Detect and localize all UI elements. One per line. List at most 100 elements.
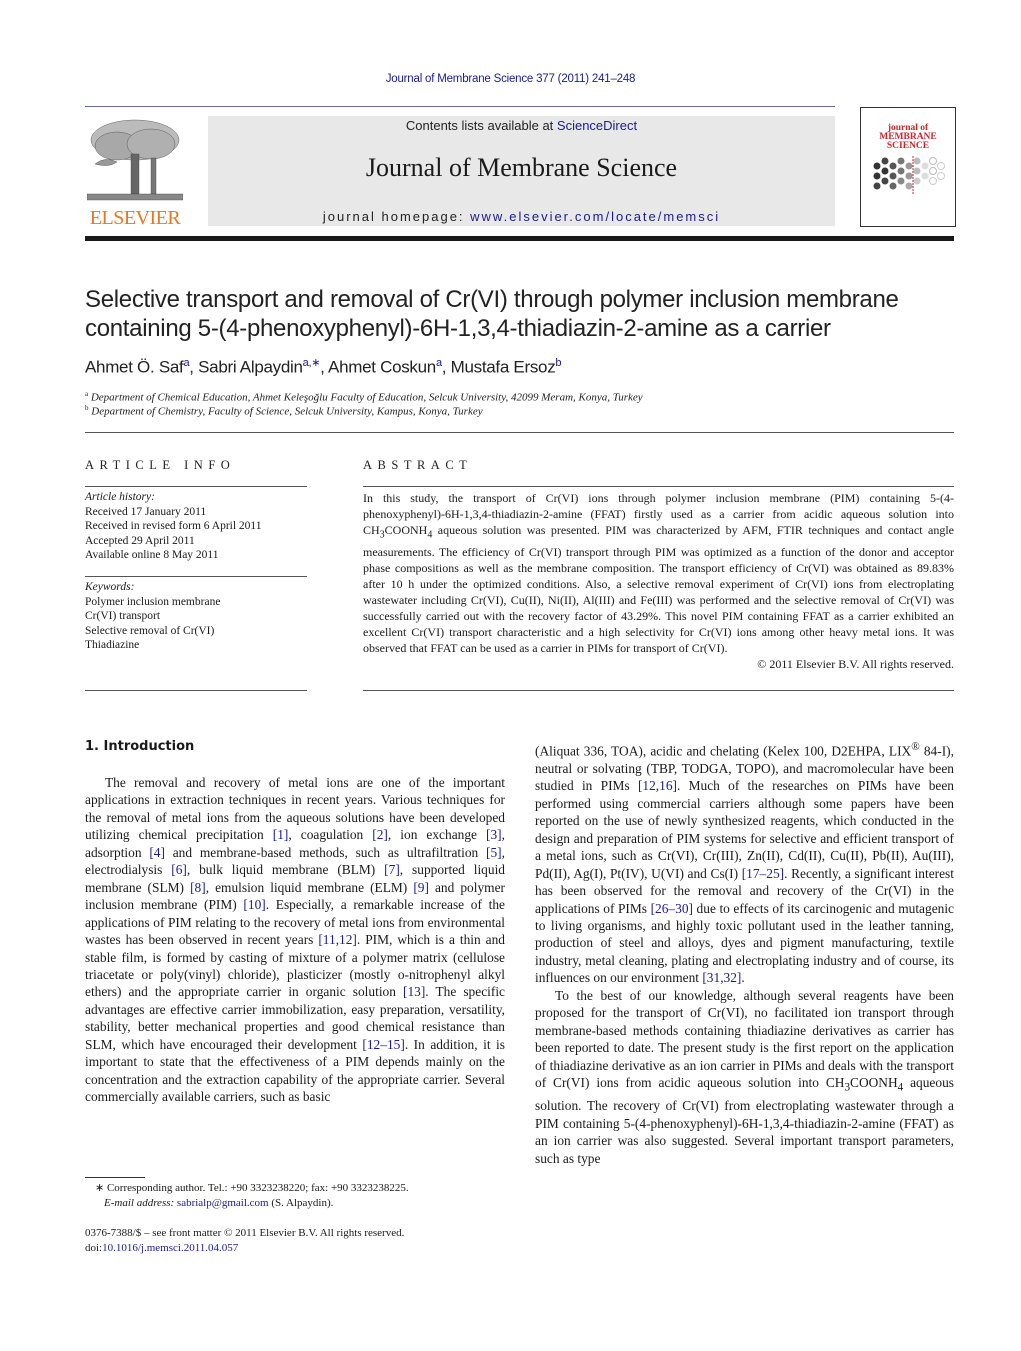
header-rule xyxy=(85,106,835,107)
author-affiliation-marker[interactable]: a xyxy=(183,357,189,369)
homepage-line: journal homepage: www.elsevier.com/locat… xyxy=(208,209,835,224)
journal-title: Journal of Membrane Science xyxy=(365,153,678,182)
history-entry: Accepted 29 April 2011 xyxy=(85,534,195,547)
author-affiliation-marker[interactable]: a,∗ xyxy=(303,357,321,369)
citation-link[interactable]: [3] xyxy=(486,827,502,842)
paragraph-text: , coagulation xyxy=(288,827,373,843)
section-heading-introduction: 1. Introduction xyxy=(85,739,195,754)
issn-line: 0376-7388/$ – see front matter © 2011 El… xyxy=(85,1227,405,1239)
abstract-body: In this study, the transport of Cr(VI) i… xyxy=(363,490,954,672)
doi-prefix: doi: xyxy=(85,1242,103,1254)
elsevier-logo[interactable]: ELSEVIER xyxy=(85,118,185,230)
author-affiliation-marker[interactable]: a xyxy=(436,357,442,369)
footnote-rule xyxy=(85,1177,145,1178)
divider xyxy=(363,486,954,487)
front-matter: 0376-7388/$ – see front matter © 2011 El… xyxy=(85,1226,404,1256)
homepage-link[interactable]: www.elsevier.com/locate/memsci xyxy=(470,209,720,224)
citation-link[interactable]: [4] xyxy=(149,845,165,860)
keyword[interactable]: Cr(VI) transport xyxy=(85,609,220,624)
citation-link[interactable]: [31,32] xyxy=(702,970,741,985)
intro-paragraph: The removal and recovery of metal ions a… xyxy=(85,774,505,1106)
article-title-line: containing 5-(4-phenoxyphenyl)-6H-1,3,4-… xyxy=(85,315,831,342)
paragraph-text: , bulk liquid membrane (BLM) xyxy=(186,862,385,878)
tree-logo-icon xyxy=(87,119,183,201)
paragraph-text: COONH xyxy=(850,1075,898,1091)
right-column: (Aliquat 336, TOA), acidic and chelating… xyxy=(535,739,954,1167)
article-history-label: Article history: xyxy=(85,491,155,503)
footnote-line: E-mail address: sabrialp@gmail.com (S. A… xyxy=(95,1196,409,1211)
doi-link[interactable]: 10.1016/j.memsci.2011.04.057 xyxy=(102,1242,238,1254)
article-title-line: Selective transport and removal of Cr(VI… xyxy=(85,286,899,313)
affiliation: b Department of Chemistry, Faculty of Sc… xyxy=(85,404,483,418)
citation-link[interactable]: [5] xyxy=(486,845,502,860)
divider xyxy=(85,690,307,691)
paragraph-text: , emulsion liquid membrane (ELM) xyxy=(205,879,414,895)
divider xyxy=(85,486,307,487)
keyword[interactable]: Polymer inclusion membrane xyxy=(85,595,220,610)
divider xyxy=(363,690,954,691)
divider xyxy=(85,576,307,577)
affiliation-marker: a xyxy=(85,390,89,398)
citation-link[interactable]: [1] xyxy=(273,827,289,842)
author-name[interactable]: Mustafa Ersoz xyxy=(451,358,556,377)
footnote-text: Corresponding author. Tel.: +90 33232382… xyxy=(104,1182,409,1194)
cover-title-line: SCIENCE xyxy=(886,141,930,151)
left-column: The removal and recovery of metal ions a… xyxy=(85,774,505,1106)
journal-masthead: Contents lists available at ScienceDirec… xyxy=(208,116,835,226)
cover-molecule-graphic xyxy=(873,156,945,194)
article-title: Selective transport and removal of Cr(VI… xyxy=(85,285,965,343)
keyword[interactable]: Thiadiazine xyxy=(85,638,220,653)
abstract-copyright: © 2011 Elsevier B.V. All rights reserved… xyxy=(757,657,954,672)
citation-link[interactable]: [2] xyxy=(372,827,388,842)
corresponding-author-footnote: ∗ Corresponding author. Tel.: +90 332323… xyxy=(95,1181,409,1211)
citation-link[interactable]: [7] xyxy=(384,862,400,877)
journal-reference[interactable]: Journal of Membrane Science 377 (2011) 2… xyxy=(0,73,1021,85)
intro-paragraph: (Aliquat 336, TOA), acidic and chelating… xyxy=(535,739,954,987)
abstract-text-segment: aqueous solution was presented. PIM was … xyxy=(363,523,954,656)
history-entry: Received 17 January 2011 xyxy=(85,505,207,518)
author-list: Ahmet Ö. Safa, Sabri Alpaydina,∗, Ahmet … xyxy=(85,357,562,377)
citation-link[interactable]: [6] xyxy=(171,862,187,877)
email-link[interactable]: sabrialp@gmail.com xyxy=(177,1197,269,1209)
contents-prefix: Contents lists available at xyxy=(405,118,557,133)
citation-link[interactable]: [17–25] xyxy=(742,866,784,881)
publisher-name: ELSEVIER xyxy=(89,207,181,229)
header-thick-rule xyxy=(85,236,954,241)
abstract-paragraph: In this study, the transport of Cr(VI) i… xyxy=(363,490,954,656)
citation-link[interactable]: [10] xyxy=(243,897,265,912)
affiliation-text: Department of Chemistry, Faculty of Scie… xyxy=(91,405,483,418)
keywords-label: Keywords: xyxy=(85,581,135,593)
affiliation-marker: b xyxy=(85,404,89,412)
author-name[interactable]: Ahmet Ö. Saf xyxy=(85,358,184,377)
citation-link[interactable]: [9] xyxy=(413,880,429,895)
keyword[interactable]: Selective removal of Cr(VI) xyxy=(85,624,220,639)
author-affiliation-marker[interactable]: b xyxy=(555,357,561,369)
email-suffix: (S. Alpaydin). xyxy=(268,1197,334,1209)
paragraph-text: , ion exchange xyxy=(387,827,487,843)
footnote-marker: ∗ xyxy=(95,1182,105,1194)
journal-cover[interactable]: journal of MEMBRANE SCIENCE xyxy=(860,107,956,227)
citation-link[interactable]: [12–15] xyxy=(362,1037,404,1052)
paragraph-text: (Aliquat 336, TOA), acidic and chelating… xyxy=(535,743,912,759)
author-name[interactable]: Ahmet Coskun xyxy=(328,358,436,377)
footnote-line: ∗ Corresponding author. Tel.: +90 332323… xyxy=(95,1181,409,1196)
citation-link[interactable]: [11,12] xyxy=(318,932,357,947)
citation-link[interactable]: [8] xyxy=(190,880,206,895)
divider xyxy=(85,432,954,433)
citation-link[interactable]: [12,16] xyxy=(638,778,677,793)
registered-mark: ® xyxy=(911,741,920,753)
citation-link[interactable]: [26–30] xyxy=(651,901,693,916)
sciencedirect-link[interactable]: ScienceDirect xyxy=(557,118,637,133)
citation-link[interactable]: [13] xyxy=(403,984,425,999)
article-history: Article history: Received 17 January 201… xyxy=(85,490,262,563)
article-info-heading: ARTICLE INFO xyxy=(85,458,236,472)
contents-line: Contents lists available at ScienceDirec… xyxy=(208,118,835,133)
author-name[interactable]: Sabri Alpaydin xyxy=(198,358,303,377)
abstract-text-segment: COONH xyxy=(384,523,428,538)
paragraph-text: and membrane-based methods, such as ultr… xyxy=(164,844,487,860)
email-label: E-mail address: xyxy=(104,1197,177,1209)
history-entry: Received in revised form 6 April 2011 xyxy=(85,520,262,532)
doi-line: doi:10.1016/j.memsci.2011.04.057 xyxy=(85,1241,404,1256)
history-entry: Available online 8 May 2011 xyxy=(85,549,219,561)
cover-title: journal of MEMBRANE SCIENCE xyxy=(861,123,955,151)
